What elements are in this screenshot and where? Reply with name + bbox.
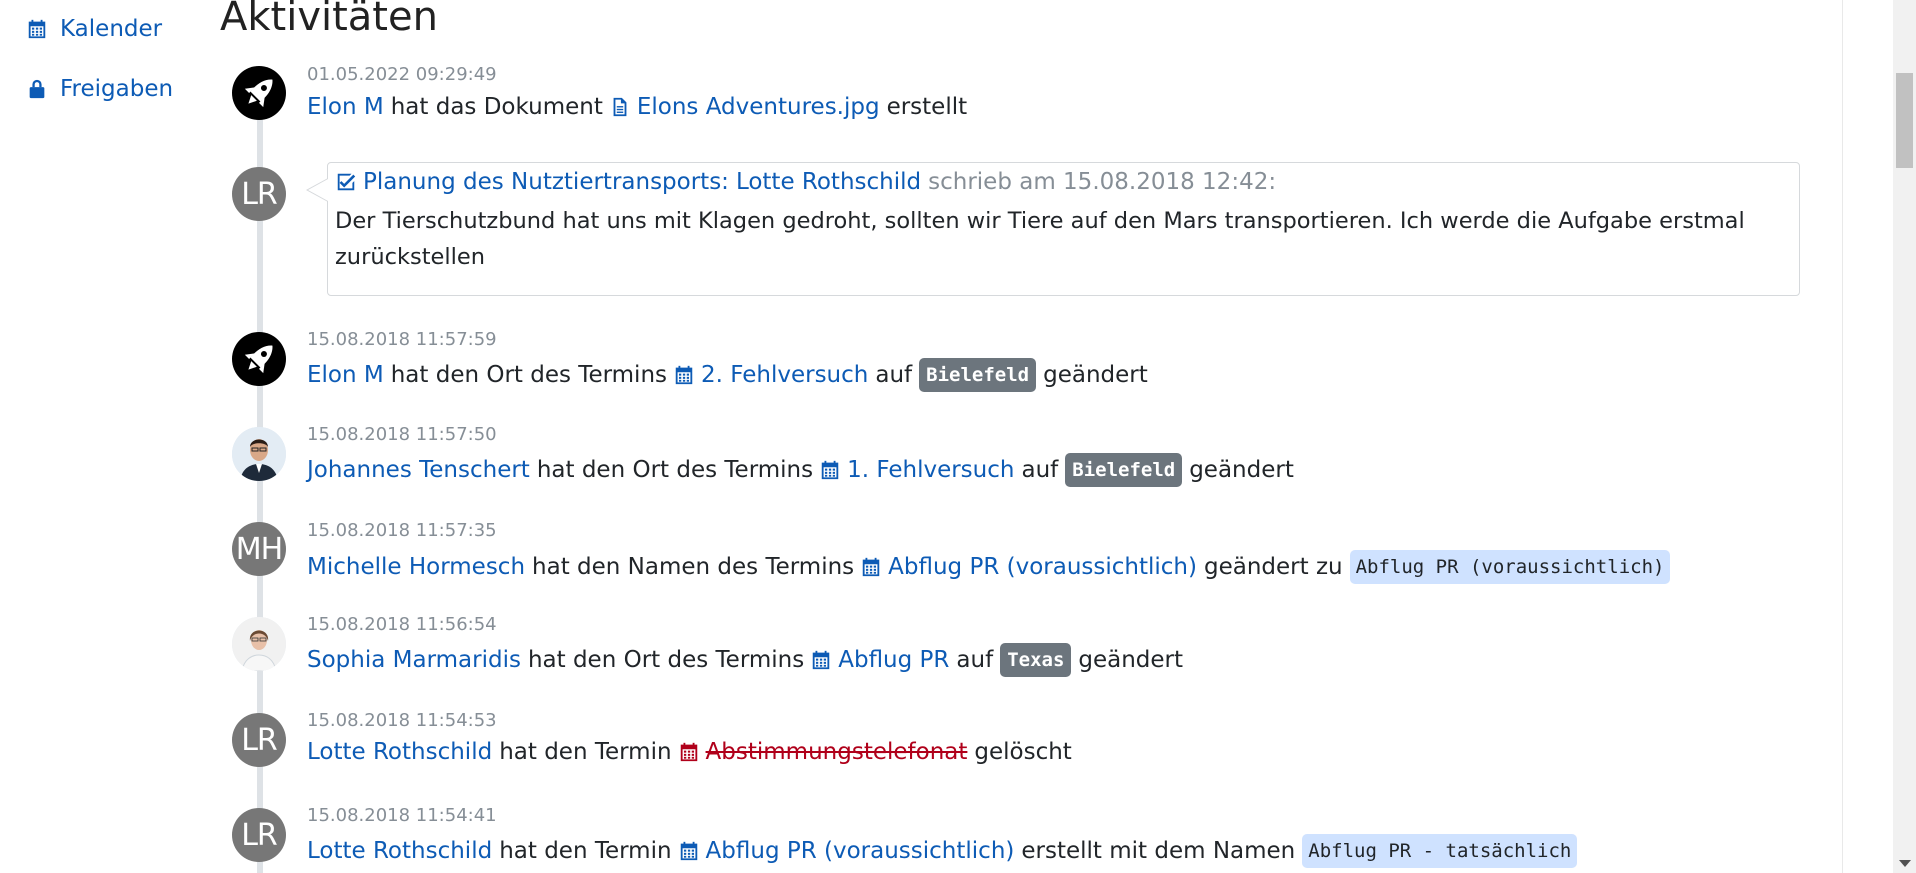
lock-icon (26, 78, 48, 100)
activity-suffix: gelöscht (974, 739, 1072, 765)
sidebar-item-freigaben[interactable]: Freigaben (26, 76, 173, 102)
user-photo-icon (232, 617, 286, 671)
timestamp: 15.08.2018 11:54:53 (307, 710, 497, 731)
avatar (232, 66, 286, 120)
activity-verb: hat den Ort des Termins (527, 647, 805, 673)
location-badge: Bielefeld (1065, 453, 1183, 487)
avatar (232, 617, 286, 671)
activity-text: Elon M hat den Ort des Termins 2. Fehlve… (307, 358, 1148, 392)
timestamp: 15.08.2018 11:57:35 (307, 520, 497, 541)
timestamp: 15.08.2018 11:54:41 (307, 805, 497, 826)
activity-connector: auf (956, 647, 994, 673)
event-link[interactable]: Abflug PR (voraussichtlich) (706, 838, 1015, 864)
user-link[interactable]: Michelle Hormesch (307, 554, 525, 580)
content-divider (1842, 0, 1843, 873)
user-link[interactable]: Elon M (307, 362, 384, 388)
event-link[interactable]: Abflug PR (838, 647, 949, 673)
avatar (232, 332, 286, 386)
avatar: LR (232, 167, 286, 221)
rocket-icon (232, 66, 286, 120)
avatar (232, 427, 286, 481)
comment-header: Planung des Nutztiertransports: Lotte Ro… (335, 169, 1276, 195)
calendar-icon (678, 840, 700, 862)
user-link[interactable]: Lotte Rothschild (307, 739, 492, 765)
activity-connector: auf (875, 362, 913, 388)
location-badge: Bielefeld (919, 358, 1037, 392)
vertical-scrollbar[interactable] (1893, 0, 1916, 873)
document-icon (609, 96, 631, 118)
timestamp: 15.08.2018 11:57:50 (307, 424, 497, 445)
sidebar-item-label: Freigaben (60, 76, 174, 102)
calendar-icon (860, 556, 882, 578)
location-badge: Texas (1000, 643, 1072, 677)
event-link[interactable]: 2. Fehlversuch (701, 362, 868, 388)
scrollbar-thumb[interactable] (1896, 73, 1913, 168)
task-link[interactable]: Planung des Nutztiertransports: (363, 169, 729, 195)
activity-suffix: erstellt (886, 94, 968, 120)
user-link[interactable]: Lotte Rothschild (736, 169, 921, 195)
page-title: Aktivitäten (220, 0, 438, 40)
activity-verb: hat den Ort des Termins (390, 362, 668, 388)
calendar-icon (673, 364, 695, 386)
sidebar-item-label: Kalender (60, 16, 163, 42)
activity-verb: hat den Termin (499, 739, 672, 765)
activity-verb: hat den Ort des Termins (536, 457, 814, 483)
timestamp: 01.05.2022 09:29:49 (307, 64, 497, 85)
activity-verb: hat den Namen des Termins (532, 554, 855, 580)
activity-connector: auf (1021, 457, 1059, 483)
document-link[interactable]: Elons Adventures.jpg (637, 94, 880, 120)
name-code-chip: Abflug PR - tatsächlich (1302, 834, 1578, 868)
timestamp: 15.08.2018 11:57:59 (307, 329, 497, 350)
task-check-icon (335, 171, 357, 193)
comment-body: Der Tierschutzbund hat uns mit Klagen ge… (335, 208, 1745, 270)
activity-suffix: geändert (1043, 362, 1148, 388)
timestamp: 15.08.2018 11:56:54 (307, 614, 497, 635)
user-link[interactable]: Elon M (307, 94, 384, 120)
calendar-icon (810, 649, 832, 671)
comment-card: Planung des Nutztiertransports: Lotte Ro… (327, 162, 1800, 296)
activity-text: Lotte Rothschild hat den Termin Abflug P… (307, 834, 1578, 868)
deleted-event: Abstimmungstelefonat (705, 739, 968, 765)
sidebar-item-kalender[interactable]: Kalender (26, 16, 162, 42)
scroll-down-icon[interactable] (1899, 860, 1911, 867)
activity-verb: hat den Termin (499, 838, 672, 864)
event-link[interactable]: 1. Fehlversuch (847, 457, 1014, 483)
name-code-chip: Abflug PR (voraussichtlich) (1349, 550, 1671, 584)
calendar-icon (819, 459, 841, 481)
activity-connector: erstellt mit dem Namen (1021, 838, 1296, 864)
comment-arrow-inner (308, 179, 328, 201)
comment-meta: schrieb am 15.08.2018 12:42: (928, 169, 1277, 195)
calendar-icon (678, 741, 700, 763)
avatar: LR (232, 713, 286, 767)
user-photo-icon (232, 427, 286, 481)
activity-verb: hat das Dokument (390, 94, 603, 120)
activity-text: Johannes Tenschert hat den Ort des Termi… (307, 453, 1294, 487)
activity-suffix: geändert (1078, 647, 1184, 673)
calendar-icon (26, 18, 48, 40)
activity-connector: geändert zu (1203, 554, 1343, 580)
avatar: MH (232, 522, 286, 576)
rocket-icon (232, 332, 286, 386)
activity-text: Lotte Rothschild hat den Termin Abstimmu… (307, 739, 1072, 765)
activity-text: Sophia Marmaridis hat den Ort des Termin… (307, 643, 1183, 677)
user-link[interactable]: Johannes Tenschert (307, 457, 530, 483)
event-link[interactable]: Abflug PR (voraussichtlich) (888, 554, 1197, 580)
activity-suffix: geändert (1189, 457, 1294, 483)
user-link[interactable]: Lotte Rothschild (307, 838, 492, 864)
activity-text: Michelle Hormesch hat den Namen des Term… (307, 550, 1671, 584)
avatar: LR (232, 808, 286, 862)
activity-text: Elon M hat das Dokument Elons Adventures… (307, 94, 967, 120)
user-link[interactable]: Sophia Marmaridis (307, 647, 521, 673)
